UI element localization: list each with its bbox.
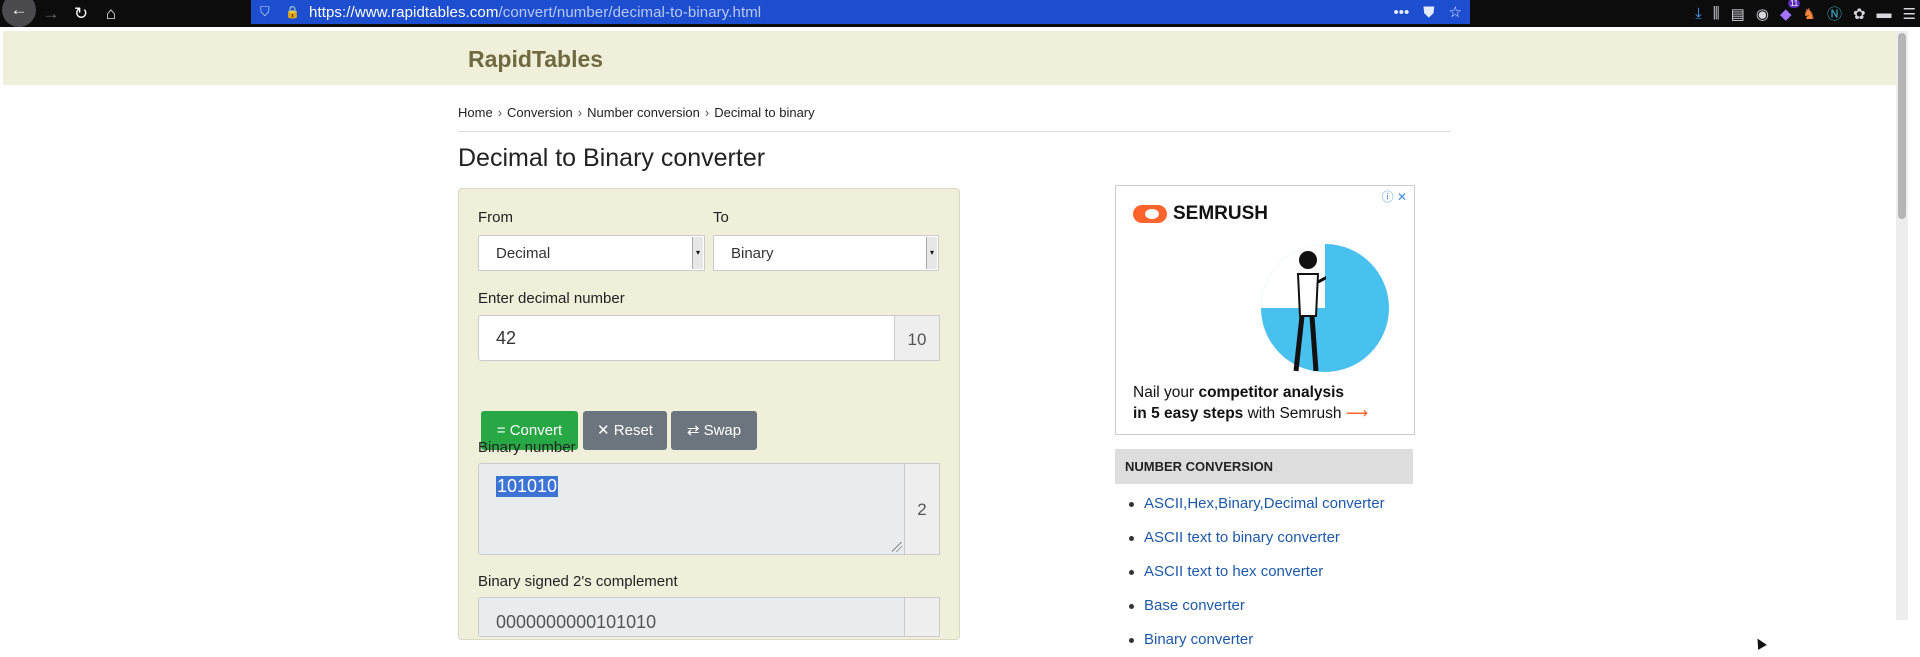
- sidebar-icon[interactable]: ▤: [1731, 5, 1745, 23]
- breadcrumb-separator: ›: [577, 105, 583, 120]
- input-base-addon: 10: [894, 315, 940, 361]
- library-icon[interactable]: ⫼: [1713, 5, 1720, 22]
- reset-button[interactable]: ✕ Reset: [583, 411, 667, 450]
- advertisement[interactable]: SEMRUSH ⓘ ✕ Nail your competitor analysi…: [1115, 185, 1415, 435]
- breadcrumb-conversion[interactable]: Conversion: [507, 105, 573, 120]
- signed-base-addon: [904, 597, 940, 637]
- lock-icon[interactable]: 🔒: [285, 5, 300, 19]
- minus-icon[interactable]: ▬: [1877, 5, 1892, 22]
- url-text[interactable]: https://www.rapidtables.com/convert/numb…: [309, 4, 761, 21]
- divider: [458, 131, 1451, 132]
- swap-button[interactable]: ⇄ Swap: [671, 411, 757, 450]
- page-content: RapidTables Home › Conversion › Number c…: [3, 31, 1908, 650]
- person-illustration-icon: [1293, 251, 1326, 372]
- input-label: Enter decimal number: [478, 290, 625, 307]
- from-select[interactable]: Decimal ▾: [478, 235, 705, 271]
- pocket-icon[interactable]: ⛊: [1423, 4, 1434, 21]
- sidebar-link-ascii-to-hex[interactable]: ASCII text to hex converter: [1127, 555, 1385, 589]
- reload-icon: ↻: [73, 3, 89, 23]
- ad-line2-bold: in 5 easy steps: [1133, 405, 1244, 422]
- breadcrumb-home[interactable]: Home: [458, 105, 493, 120]
- account-icon[interactable]: ◉: [1756, 5, 1769, 23]
- mouse-cursor-icon: [1753, 636, 1767, 650]
- from-select-value: Decimal: [496, 245, 551, 262]
- chevron-down-icon[interactable]: ▾: [926, 237, 937, 269]
- binary-output[interactable]: 101010: [478, 463, 905, 555]
- arrow-right-icon: ⟶: [1345, 405, 1369, 422]
- cookie-icon[interactable]: ✿: [1853, 5, 1866, 23]
- ad-brand-text: SEMRUSH: [1173, 203, 1269, 224]
- to-label: To: [713, 209, 729, 226]
- breadcrumb-separator: ›: [704, 105, 710, 120]
- download-icon[interactable]: ⤓: [1695, 5, 1702, 22]
- output-base-addon: 2: [904, 463, 940, 555]
- menu-icon[interactable]: ☰: [1903, 5, 1916, 23]
- url-bar[interactable]: ⛉ 🔒 https://www.rapidtables.com/convert/…: [251, 0, 1470, 24]
- arrow-left-icon: ←: [10, 0, 28, 19]
- ad-close-icon[interactable]: ⓘ ✕: [1382, 188, 1407, 205]
- breadcrumb-separator: ›: [497, 105, 503, 120]
- n-extension-icon[interactable]: Ⓝ: [1827, 3, 1842, 24]
- signed-output-value: 0000000000101010: [496, 612, 657, 632]
- browser-toolbar: ← → ↻ ⌂ ⛉ 🔒 https://www.rapidtables.com/…: [0, 0, 1920, 27]
- sidebar-link-ascii-hex-binary-decimal[interactable]: ASCII,Hex,Binary,Decimal converter: [1127, 487, 1385, 521]
- reload-button[interactable]: ↻: [66, 0, 96, 27]
- fox-extension-icon[interactable]: ♞: [1803, 5, 1816, 23]
- home-button[interactable]: ⌂: [96, 0, 126, 27]
- from-label: From: [478, 209, 513, 226]
- url-path: /convert/number/decimal-to-binary.html: [498, 3, 762, 21]
- extension-icon[interactable]: ◆ 11: [1780, 0, 1801, 23]
- page-actions-icon[interactable]: •••: [1394, 4, 1410, 21]
- url-host: https://www.rapidtables.com: [309, 3, 499, 21]
- decimal-input[interactable]: 42: [478, 315, 895, 361]
- binary-output-value: 101010: [496, 476, 559, 497]
- to-select[interactable]: Binary ▾: [713, 235, 939, 271]
- signed-label: Binary signed 2's complement: [478, 573, 678, 590]
- forward-button[interactable]: →: [36, 0, 66, 27]
- sidebar-link-ascii-to-binary[interactable]: ASCII text to binary converter: [1127, 521, 1385, 555]
- scrollbar-thumb[interactable]: [1898, 33, 1906, 219]
- ad-line1-prefix: Nail your: [1133, 384, 1199, 401]
- bookmark-star-icon[interactable]: ☆: [1449, 3, 1462, 21]
- semrush-logo-icon: [1133, 205, 1167, 223]
- sidebar-heading: NUMBER CONVERSION: [1115, 449, 1413, 484]
- sidebar-link-binary-converter[interactable]: Binary converter: [1127, 623, 1385, 657]
- ad-brand: SEMRUSH: [1133, 203, 1268, 225]
- extension-badge: 11: [1787, 0, 1801, 8]
- resize-grip-icon[interactable]: [892, 542, 902, 552]
- signed-output[interactable]: 0000000000101010: [478, 597, 905, 637]
- shield-icon[interactable]: ⛉: [260, 4, 276, 20]
- site-logo[interactable]: RapidTables: [468, 46, 603, 73]
- output-label: Binary number: [478, 439, 576, 456]
- breadcrumb-number-conversion[interactable]: Number conversion: [587, 105, 700, 120]
- ad-line1-bold: competitor analysis: [1198, 384, 1345, 401]
- breadcrumb: Home › Conversion › Number conversion › …: [458, 105, 815, 120]
- site-header: RapidTables: [3, 31, 1908, 85]
- arrow-right-icon: →: [42, 3, 60, 23]
- sidebar-link-base-converter[interactable]: Base converter: [1127, 589, 1385, 623]
- to-select-value: Binary: [731, 245, 774, 262]
- back-button[interactable]: ←: [2, 0, 36, 27]
- page-title: Decimal to Binary converter: [458, 144, 766, 172]
- sidebar-list: ASCII,Hex,Binary,Decimal converter ASCII…: [1127, 487, 1385, 657]
- home-icon: ⌂: [105, 3, 117, 23]
- chevron-down-icon[interactable]: ▾: [692, 237, 703, 269]
- breadcrumb-current[interactable]: Decimal to binary: [714, 105, 814, 120]
- ad-copy: Nail your competitor analysis in 5 easy …: [1133, 382, 1368, 424]
- scrollbar[interactable]: [1896, 31, 1908, 620]
- ad-line2-suffix: with Semrush: [1243, 405, 1346, 422]
